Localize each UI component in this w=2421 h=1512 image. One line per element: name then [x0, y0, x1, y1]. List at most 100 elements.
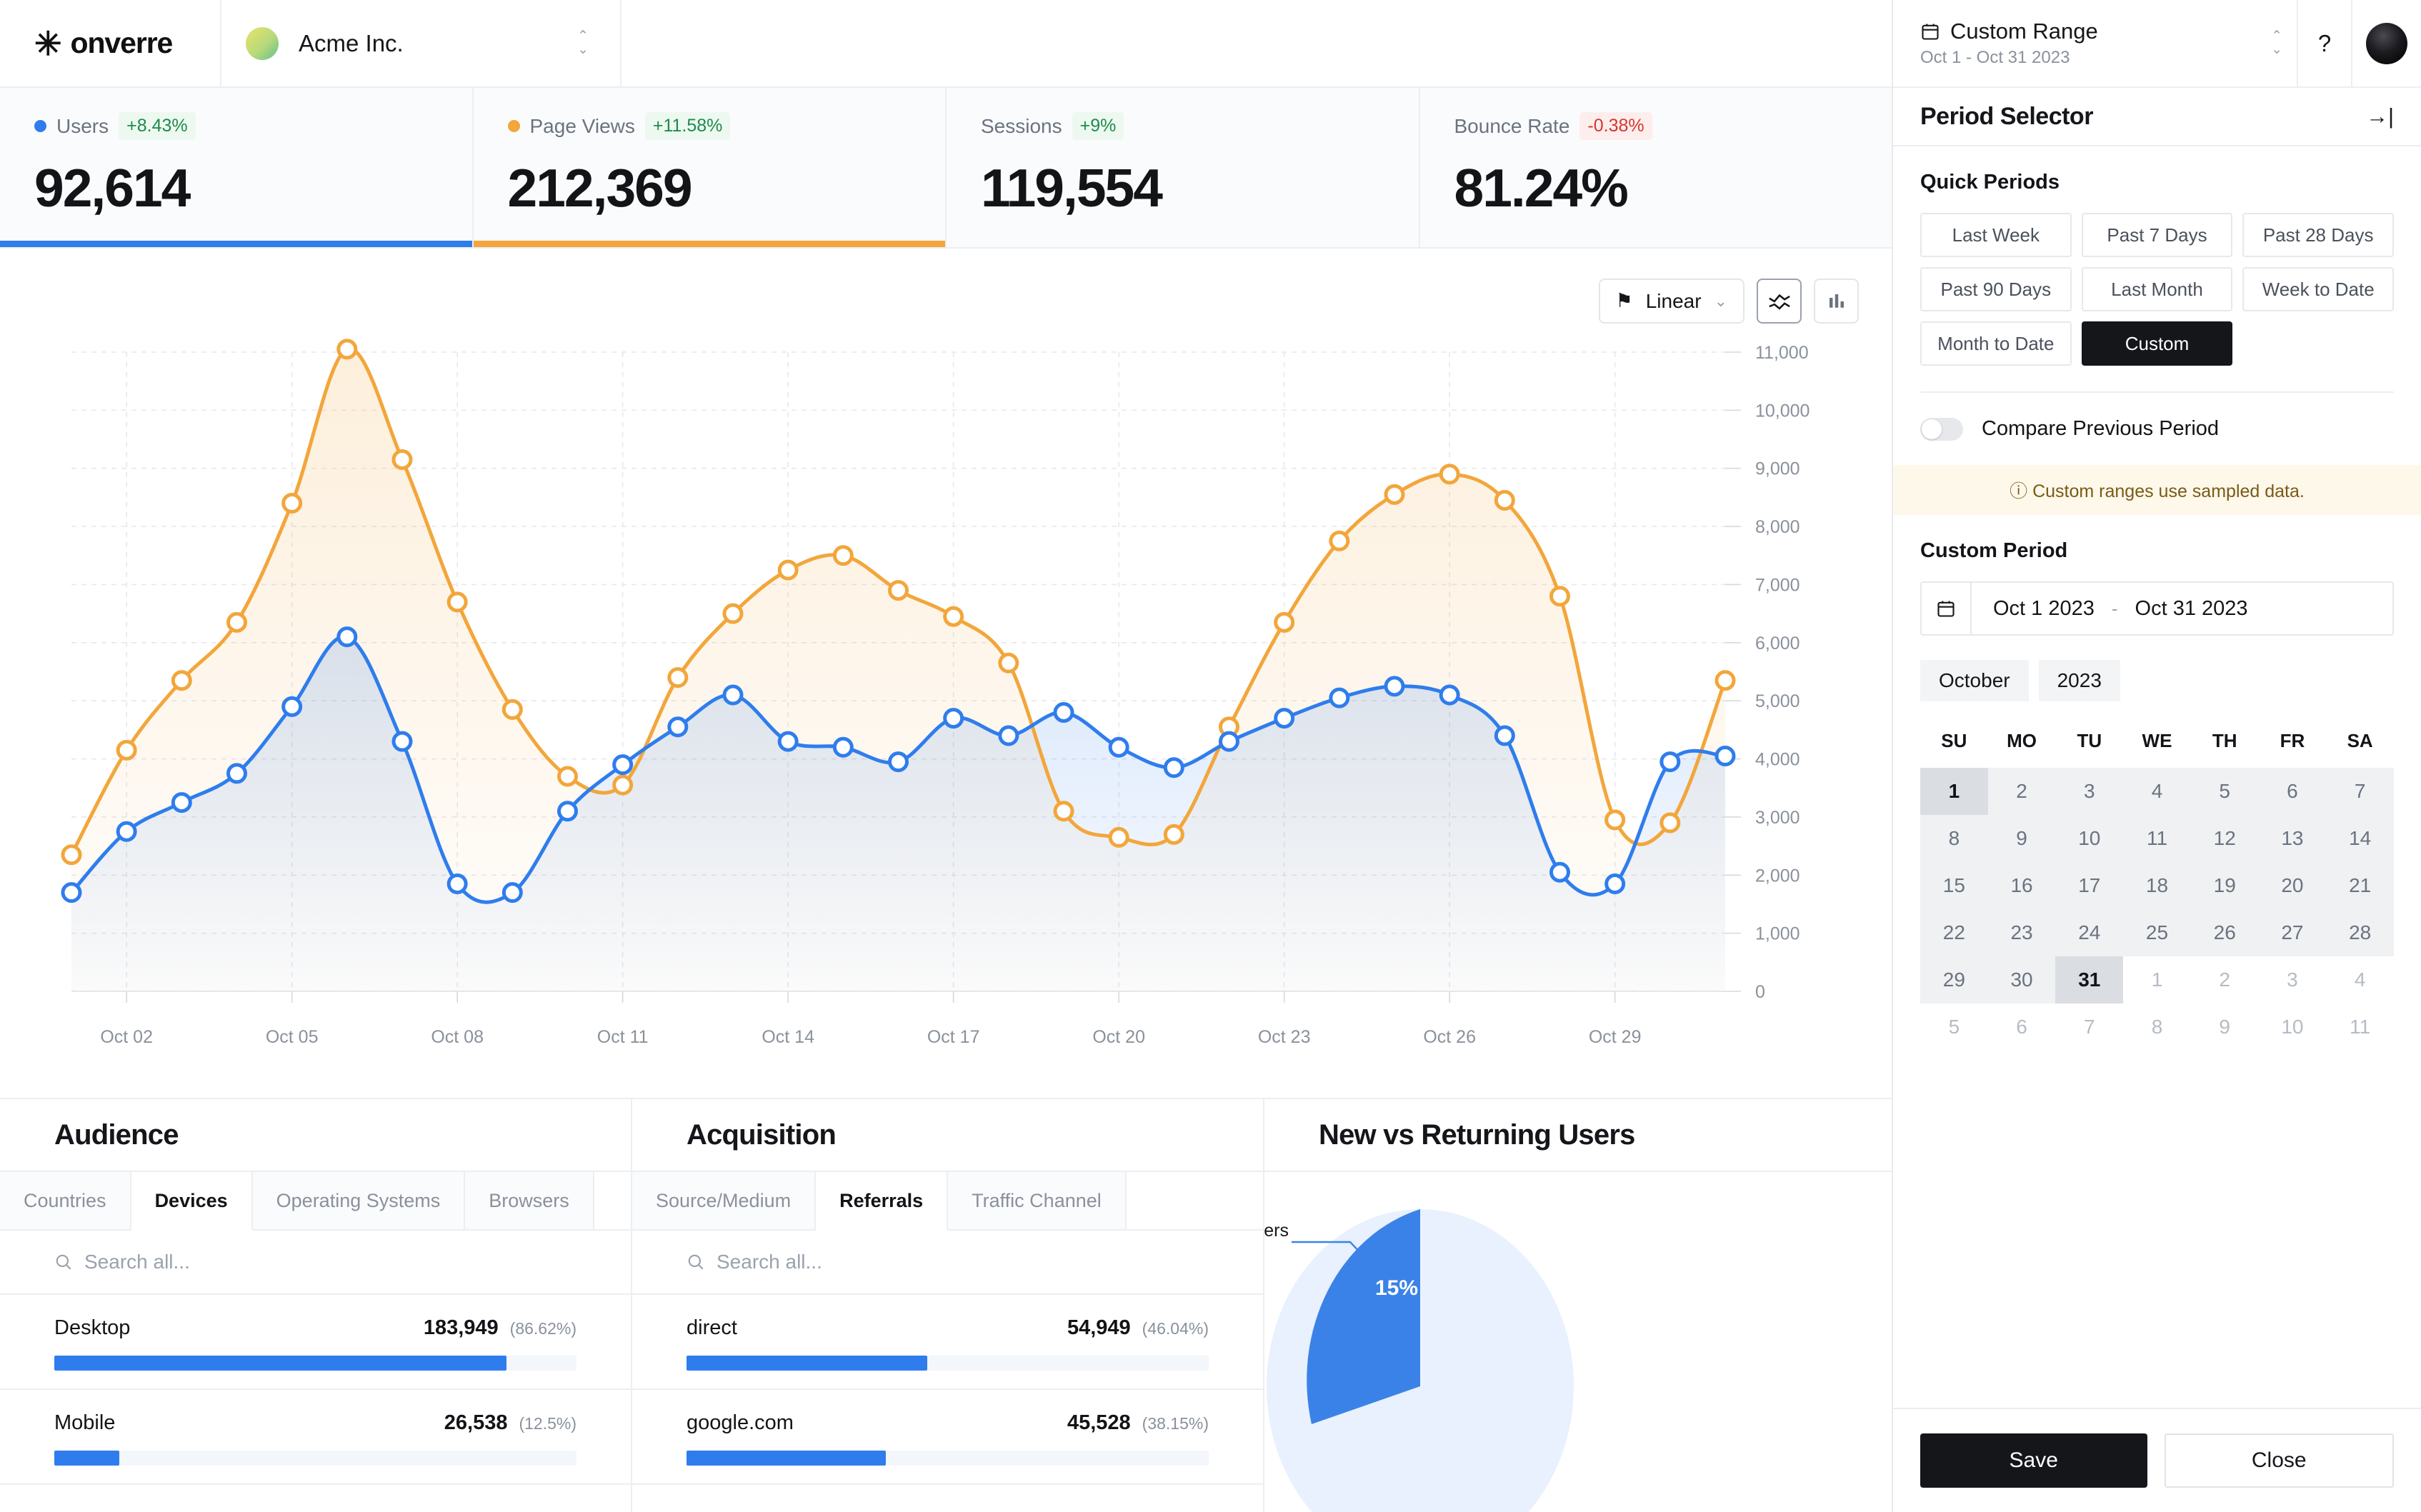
calendar-day[interactable]: 25: [2123, 909, 2191, 956]
calendar-day[interactable]: 8: [2123, 1003, 2191, 1051]
bar-chart-toggle[interactable]: [1814, 279, 1859, 324]
tab-operating-systems[interactable]: Operating Systems: [253, 1172, 466, 1229]
date-range-selector[interactable]: Custom Range Oct 1 - Oct 31 2023 ⌃⌄: [1893, 0, 2298, 86]
quick-period-past-7-days[interactable]: Past 7 Days: [2082, 213, 2233, 257]
calendar-day[interactable]: 21: [2326, 862, 2394, 909]
calendar-weeks: 1234567891011121314151617181920212223242…: [1920, 768, 2394, 1051]
start-date-field[interactable]: Oct 1 2023: [1993, 597, 2095, 621]
data-point: [284, 698, 301, 715]
date-range-input[interactable]: Oct 1 2023 - Oct 31 2023: [1920, 581, 2394, 636]
calendar-day[interactable]: 11: [2326, 1003, 2394, 1051]
calendar-day[interactable]: 2: [1988, 768, 2056, 815]
quick-period-past-28-days[interactable]: Past 28 Days: [2242, 213, 2394, 257]
scale-select[interactable]: ⚑ Linear ⌄: [1599, 279, 1745, 324]
calendar-day[interactable]: 6: [1988, 1003, 2056, 1051]
kpi-card-users[interactable]: Users +8.43% 92,614: [0, 88, 474, 247]
kpi-row: Users +8.43% 92,614 Page Views +11.58% 2…: [0, 88, 1892, 249]
data-point: [1055, 803, 1072, 820]
year-select[interactable]: 2023: [2039, 660, 2120, 701]
quick-period-past-90-days[interactable]: Past 90 Days: [1920, 267, 2072, 311]
calendar-day[interactable]: 6: [2259, 768, 2327, 815]
calendar-day[interactable]: 29: [1920, 956, 1988, 1003]
calendar-day[interactable]: 3: [2055, 768, 2123, 815]
close-button[interactable]: Close: [2165, 1433, 2395, 1488]
calendar-day[interactable]: 9: [1988, 815, 2056, 862]
help-button[interactable]: ?: [2298, 0, 2352, 86]
calendar-week-row: 567891011: [1920, 1003, 2394, 1051]
calendar-day[interactable]: 1: [2123, 956, 2191, 1003]
pie-chart-body[interactable]: Returning Users 15%: [1264, 1172, 1892, 1512]
calendar-day[interactable]: 26: [2191, 909, 2259, 956]
calendar-day[interactable]: 16: [1988, 862, 2056, 909]
calendar-day[interactable]: 7: [2055, 1003, 2123, 1051]
quick-period-custom[interactable]: Custom: [2082, 321, 2233, 366]
calendar-day[interactable]: 18: [2123, 862, 2191, 909]
calendar-day[interactable]: 13: [2259, 815, 2327, 862]
date-separator: -: [2112, 598, 2118, 620]
calendar-day[interactable]: 15: [1920, 862, 1988, 909]
calendar-day[interactable]: 20: [2259, 862, 2327, 909]
compare-previous-period-row[interactable]: Compare Previous Period: [1893, 393, 2421, 465]
audience-search[interactable]: Search all...: [0, 1231, 631, 1295]
calendar-day[interactable]: 9: [2191, 1003, 2259, 1051]
table-row[interactable]: Mobile 26,538 (12.5%): [0, 1390, 631, 1485]
kpi-card-page-views[interactable]: Page Views +11.58% 212,369: [474, 88, 947, 247]
quick-period-week-to-date[interactable]: Week to Date: [2242, 267, 2394, 311]
calendar-day[interactable]: 5: [2191, 768, 2259, 815]
row-bar-fill: [687, 1356, 927, 1371]
user-avatar-cell[interactable]: [2352, 0, 2421, 86]
calendar-day[interactable]: 8: [1920, 815, 1988, 862]
calendar-day[interactable]: 4: [2326, 956, 2394, 1003]
table-row[interactable]: direct 54,949 (46.04%): [632, 1295, 1263, 1390]
calendar-day[interactable]: 12: [2191, 815, 2259, 862]
calendar-day[interactable]: 14: [2326, 815, 2394, 862]
quick-period-last-month[interactable]: Last Month: [2082, 267, 2233, 311]
tab-devices[interactable]: Devices: [131, 1172, 253, 1231]
calendar-day[interactable]: 19: [2191, 862, 2259, 909]
collapse-right-icon[interactable]: →|: [2366, 104, 2394, 129]
calendar-day[interactable]: 23: [1988, 909, 2056, 956]
save-button[interactable]: Save: [1920, 1433, 2147, 1488]
acquisition-search[interactable]: Search all...: [632, 1231, 1263, 1295]
kpi-card-sessions[interactable]: Sessions +9% 119,554: [947, 88, 1420, 247]
calendar-day[interactable]: 22: [1920, 909, 1988, 956]
data-point: [1662, 754, 1679, 771]
account-switcher[interactable]: Acme Inc. ⌃⌄: [221, 0, 622, 86]
tab-traffic-channel[interactable]: Traffic Channel: [948, 1172, 1127, 1229]
brand-logo[interactable]: ✳ onverre: [0, 0, 221, 86]
end-date-field[interactable]: Oct 31 2023: [2135, 597, 2248, 621]
compare-toggle[interactable]: [1920, 418, 1963, 441]
tab-browsers[interactable]: Browsers: [465, 1172, 594, 1229]
asterisk-icon: ✳: [34, 27, 62, 60]
calendar-day[interactable]: 30: [1988, 956, 2056, 1003]
calendar-day[interactable]: 10: [2055, 815, 2123, 862]
y-axis-tick-label: 5,000: [1755, 691, 1800, 711]
chart-plot-area[interactable]: 01,0002,0003,0004,0005,0006,0007,0008,00…: [0, 331, 1892, 1098]
quick-period-last-week[interactable]: Last Week: [1920, 213, 2072, 257]
calendar-day[interactable]: 27: [2259, 909, 2327, 956]
weekday-sa: SA: [2326, 723, 2394, 768]
month-select[interactable]: October: [1920, 660, 2029, 701]
calendar-day[interactable]: 7: [2326, 768, 2394, 815]
calendar-day[interactable]: 17: [2055, 862, 2123, 909]
calendar-day[interactable]: 10: [2259, 1003, 2327, 1051]
calendar-day[interactable]: 2: [2191, 956, 2259, 1003]
table-row[interactable]: Desktop 183,949 (86.62%): [0, 1295, 631, 1390]
tab-referrals[interactable]: Referrals: [816, 1172, 948, 1231]
calendar-day[interactable]: 31: [2055, 956, 2123, 1003]
line-chart-toggle[interactable]: [1757, 279, 1802, 324]
calendar-day[interactable]: 11: [2123, 815, 2191, 862]
tab-countries[interactable]: Countries: [0, 1172, 131, 1229]
panel-header: Period Selector →|: [1893, 88, 2421, 146]
calendar-day[interactable]: 28: [2326, 909, 2394, 956]
table-row[interactable]: google.com 45,528 (38.15%): [632, 1390, 1263, 1485]
calendar-day[interactable]: 5: [1920, 1003, 1988, 1051]
kpi-card-bounce-rate[interactable]: Bounce Rate -0.38% 81.24%: [1420, 88, 1892, 247]
calendar-day[interactable]: 24: [2055, 909, 2123, 956]
tab-source-medium[interactable]: Source/Medium: [632, 1172, 816, 1229]
row-label: Mobile: [54, 1411, 444, 1435]
calendar-day[interactable]: 4: [2123, 768, 2191, 815]
calendar-day[interactable]: 1: [1920, 768, 1988, 815]
calendar-day[interactable]: 3: [2259, 956, 2327, 1003]
quick-period-month-to-date[interactable]: Month to Date: [1920, 321, 2072, 366]
